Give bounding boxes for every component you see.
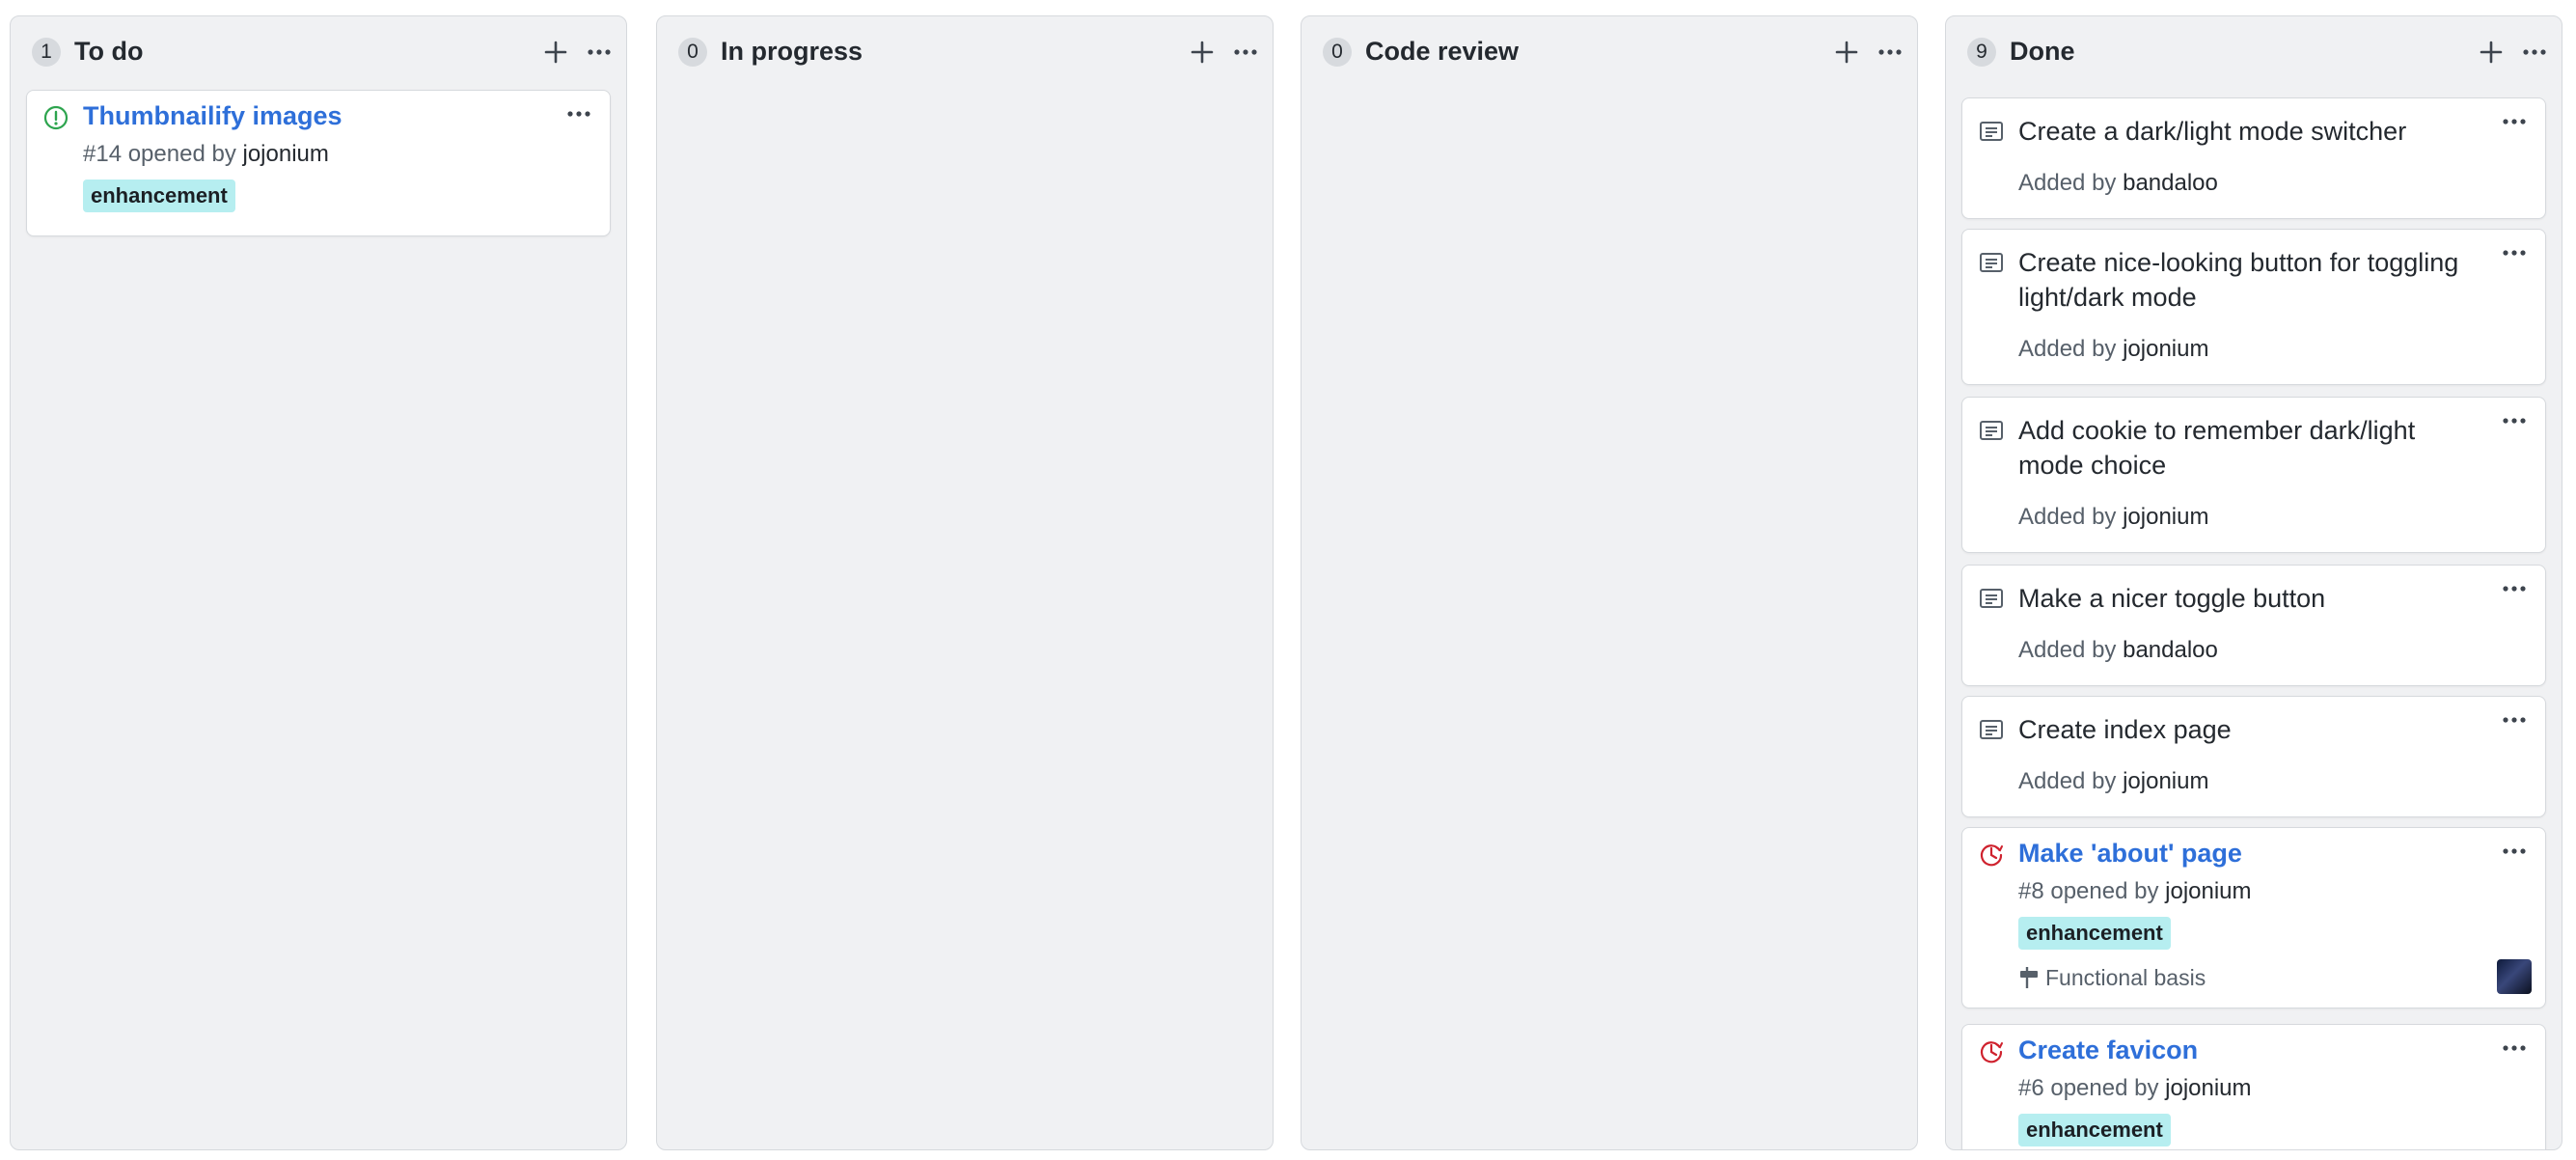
column-code-review: 0 Code review [1301,15,1918,1150]
milestone[interactable]: Functional basis [2018,963,2206,992]
issue-meta: #8 opened by jojonium [2018,876,2252,907]
note-icon [1978,585,2005,612]
kebab-horizontal-icon[interactable] [2517,36,2552,69]
issue-card[interactable]: Create favicon #6 opened by jojonium enh… [1961,1024,2546,1149]
author-link[interactable]: jojonium [242,141,328,167]
note-meta: Added by bandaloo [2018,168,2218,199]
avatar[interactable] [2497,959,2532,994]
issue-card[interactable]: Thumbnailify images #14 opened by jojoni… [26,90,611,236]
note-meta-text: Added by [2018,504,2117,530]
note-icon [1978,716,2005,743]
note-card[interactable]: Create a dark/light mode switcher Added … [1961,97,2546,219]
note-text: Create a dark/light mode switcher [2018,117,2407,146]
column-card-count: 9 [1967,38,1996,67]
issue-title-link[interactable]: Thumbnailify images [83,98,542,133]
plus-icon[interactable] [1186,36,1219,69]
label-badge[interactable]: enhancement [83,180,235,212]
author-link[interactable]: jojonium [2165,878,2251,904]
column-title: Code review [1365,37,1520,66]
note-meta-text: Added by [2018,170,2117,196]
plus-icon[interactable] [2475,36,2507,69]
note-meta: Added by jojonium [2018,766,2208,797]
issue-title-link[interactable]: Create favicon [2018,1033,2478,1067]
author-link[interactable]: jojonium [2165,1075,2251,1101]
kebab-horizontal-icon[interactable] [1228,36,1263,69]
note-meta-text: Added by [2018,336,2117,362]
column-in-progress: 0 In progress [656,15,1274,1150]
note-card[interactable]: Add cookie to remember dark/light mode c… [1961,397,2546,553]
note-meta: Added by jojonium [2018,502,2208,533]
label-badge[interactable]: enhancement [2018,917,2171,950]
kebab-horizontal-icon[interactable] [582,36,617,69]
note-card[interactable]: Make a nicer toggle button Added by band… [1961,565,2546,686]
column-title: To do [74,37,144,66]
note-card[interactable]: Create nice-looking button for toggling … [1961,229,2546,385]
milestone-icon [2020,967,2038,988]
issue-meta-text: #6 opened by [2018,1075,2159,1101]
note-text: Add cookie to remember dark/light mode c… [2018,416,2416,480]
note-meta-text: Added by [2018,768,2117,794]
author-link[interactable]: jojonium [2123,768,2208,794]
issue-meta-text: #14 opened by [83,141,236,167]
note-icon [1978,417,2005,444]
milestone-name: Functional basis [2045,965,2206,990]
note-meta: Added by jojonium [2018,334,2208,365]
kebab-horizontal-icon[interactable] [2497,706,2532,733]
author-link[interactable]: bandaloo [2123,170,2218,196]
kebab-horizontal-icon[interactable] [1873,36,1907,69]
note-card[interactable]: Create index page Added by jojonium [1961,696,2546,817]
kebab-horizontal-icon[interactable] [2497,407,2532,434]
kebab-horizontal-icon[interactable] [2497,108,2532,135]
column-header: 0 Code review [1302,16,1917,86]
issue-meta: #14 opened by jojonium [83,139,329,170]
issue-closed-icon [1978,842,2005,869]
plus-icon[interactable] [1830,36,1863,69]
kebab-horizontal-icon[interactable] [2497,575,2532,602]
column-card-count: 1 [32,38,61,67]
note-meta: Added by bandaloo [2018,635,2218,666]
project-board: 1 To do Thumbnailify images #14 opened b… [0,0,2576,1160]
note-icon [1978,118,2005,145]
column-title: Done [2010,37,2075,66]
column-card-count: 0 [1323,38,1352,67]
note-text: Create index page [2018,715,2232,744]
column-header: 0 In progress [657,16,1273,86]
column-header: 9 Done [1946,16,2562,86]
issue-opened-icon [42,104,69,131]
issue-closed-icon [1978,1038,2005,1065]
issue-meta: #6 opened by jojonium [2018,1073,2252,1104]
issue-card[interactable]: Make 'about' page #8 opened by jojonium … [1961,827,2546,1008]
column-header: 1 To do [11,16,626,86]
kebab-horizontal-icon[interactable] [2497,239,2532,266]
author-link[interactable]: jojonium [2123,504,2208,530]
note-meta-text: Added by [2018,637,2117,663]
column-to-do: 1 To do Thumbnailify images #14 opened b… [10,15,627,1150]
author-link[interactable]: bandaloo [2123,637,2218,663]
column-card-count: 0 [678,38,707,67]
author-link[interactable]: jojonium [2123,336,2208,362]
column-done: 9 Done Create a dark/light mode switcher… [1945,15,2562,1150]
note-text: Make a nicer toggle button [2018,584,2326,613]
note-text: Create nice-looking button for toggling … [2018,248,2459,312]
issue-title-link[interactable]: Make 'about' page [2018,836,2478,870]
note-icon [1978,249,2005,276]
column-title: In progress [721,37,863,66]
kebab-horizontal-icon[interactable] [2497,1035,2532,1062]
kebab-horizontal-icon[interactable] [2497,838,2532,865]
issue-meta-text: #8 opened by [2018,878,2159,904]
label-badge[interactable]: enhancement [2018,1114,2171,1146]
plus-icon[interactable] [539,36,572,69]
kebab-horizontal-icon[interactable] [562,100,596,127]
